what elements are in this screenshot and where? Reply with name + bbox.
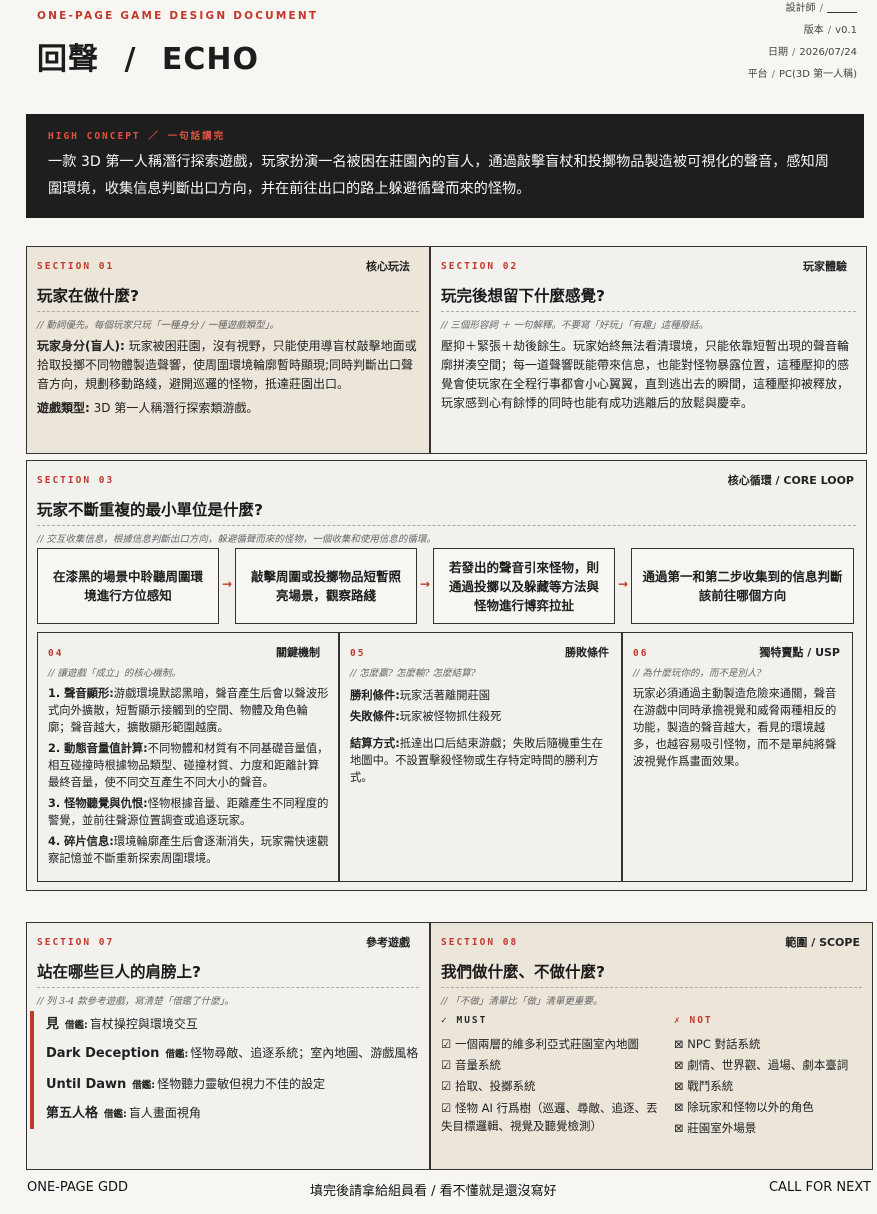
high-concept-text: 一款 3D 第一人稱潛行探索遊戲，玩家扮演一名被困在莊園內的盲人，通過敲擊盲杖和… [48,154,829,197]
section-03-tag: 核心循環 / CORE LOOP [727,474,854,487]
reference-row: 第五人格 借鑑: 盲人畫面視角 [46,1106,201,1121]
section-05-panel: 05 勝敗條件 // 怎麼贏? 怎麼輸? 怎麼結算? 勝利條件:玩家活著離開莊園… [339,632,622,882]
section-03-sub: // 交互收集信息，根據信息判斷出口方向，躲避循聲而來的怪物，一個收集和使用信息… [37,534,436,545]
mechanic-item: 1. 聲音顯形:游戲環境默認黑暗，聲音產生后會以聲波形式向外擴散，短暫顯示接觸到… [48,687,329,734]
section-07-tag: 參考遊戲 [366,936,410,949]
section-05-sub: // 怎麼贏? 怎麼輸? 怎麼結算? [350,668,476,679]
section-08-label: SECTION 08 [441,937,519,948]
section-01-label: SECTION 01 [37,261,115,272]
high-concept-label: HIGH CONCEPT ／ 一句話講完 [48,131,226,142]
must-list: ☑ 一個兩層的維多利亞式莊園室內地圖 ☑ 音量系統 ☑ 拾取、投擲系統 ☑ 怪物… [441,1034,666,1135]
not-item: ⊠ 戰鬥系統 [674,1079,734,1093]
section-02-tag: 玩家體驗 [803,260,847,273]
section-08-tag: 範圍 / SCOPE [785,936,860,949]
reference-accent-bar [30,1011,34,1129]
section-04-num: 04 [48,648,64,659]
meta-block: 設計師 / 版本 / v0.1 日期/2026/07/24 平台 / PC(3D 第一人稱… [748,0,857,86]
section-03-label: SECTION 03 [37,475,115,486]
must-heading: ✓ MUST [441,1015,488,1026]
section-06-panel: 06 獨特賣點 / USP // 為什麼玩你的，而不是別人? 玩家必須通過主動製… [622,632,853,882]
mechanics-list: 1. 聲音顯形:游戲環境默認黑暗，聲音產生后會以聲波形式向外擴散，短暫顯示接觸到… [48,685,330,871]
section-02-body: 壓抑＋緊張＋劫後餘生。玩家始終無法看清環境，只能依靠短暫出現的聲音輪廓拼湊空間；… [441,339,850,410]
loop-step-2: 敲擊周圍或投擲物品短暫照亮場景，觀察路綫 [235,548,417,624]
must-item: ☑ 拾取、投擲系統 [441,1079,536,1093]
not-list: ⊠ NPC 對話系統 ⊠ 劇情、世界觀、過場、劇本臺詞 ⊠ 戰鬥系統 ⊠ 除玩家… [674,1034,864,1139]
not-item: ⊠ NPC 對話系統 [674,1037,761,1051]
section-01-panel: SECTION 01 核心玩法 玩家在做什麼? // 動詞優先。每個玩家只玩「一… [26,246,430,454]
section-06-sub: // 為什麼玩你的，而不是別人? [633,668,762,679]
title-cn: 回聲 [37,42,99,77]
not-item: ⊠ 劇情、世界觀、過場、劇本臺詞 [674,1058,849,1072]
designer-blank[interactable] [827,4,857,13]
section-08-panel: SECTION 08 範圍 / SCOPE 我們做什麼、不做什麼? // 「不做… [430,922,873,1170]
section-04-tag: 關鍵機制 [276,646,320,659]
section-06-body: 玩家必須通過主動製造危險來通關，聲音在游戲中同時承擔視覺和威脅兩種相反的功能，製… [633,687,837,768]
page-title: 回聲 / ECHO [37,34,259,78]
must-item: ☑ 音量系統 [441,1058,501,1072]
high-concept-panel: HIGH CONCEPT ／ 一句話講完 一款 3D 第一人稱潛行探索遊戲，玩家… [26,114,864,218]
section-03-title: 玩家不斷重複的最小單位是什麼? [37,501,263,519]
check-icon: ✓ [441,1015,449,1026]
meta-date: 日期/2026/07/24 [767,47,857,58]
meta-version: 版本 / v0.1 [803,25,857,36]
loop-step-3: 若發出的聲音引來怪物，則通過投擲以及躲藏等方法與怪物進行博弈拉扯 [433,548,615,624]
footer-center: 填完後請拿給組員看 / 看不懂就是還沒寫好 [310,1184,557,1199]
section-02-sub: // 三個形容詞 ＋ 一句解釋。不要寫「好玩」「有趣」這種廢話。 [441,320,709,331]
section-02-panel: SECTION 02 玩家體驗 玩完後想留下什麼感覺? // 三個形容詞 ＋ 一… [430,246,867,454]
must-item: ☑ 怪物 AI 行爲樹（巡邏、尋敵、追逐、丟失目標邏輯、視覺及聽覺檢測） [441,1101,658,1133]
section-04-panel: 04 關鍵機制 // 讓遊戲「成立」的核心機制。 1. 聲音顯形:游戲環境默認黑… [37,632,339,882]
loop-arrow-1: → [222,577,233,591]
not-item: ⊠ 除玩家和怪物以外的角色 [674,1100,814,1114]
footer-right[interactable]: CALL FOR NEXT [769,1180,871,1195]
section-07-sub: // 列 3-4 款參考遊戲，寫清楚「借鑑了什麼」。 [37,996,235,1007]
cross-icon: ✗ [674,1015,682,1026]
not-heading: ✗ NOT [674,1015,713,1026]
win-condition: 勝利條件:玩家活著離開莊園 [350,689,491,702]
section-05-num: 05 [350,648,366,659]
doc-label: ONE-PAGE GAME DESIGN DOCUMENT [37,10,319,22]
loop-arrow-2: → [420,577,431,591]
section-07-label: SECTION 07 [37,937,115,948]
section-05-tag: 勝敗條件 [565,646,609,659]
title-sep: / [124,42,137,77]
section-01-tag: 核心玩法 [366,260,410,273]
meta-platform: 平台 / PC(3D 第一人稱) [747,69,857,80]
section-07-title: 站在哪些巨人的肩膀上? [37,963,201,981]
section-02-label: SECTION 02 [441,261,519,272]
reference-row: Dark Deception 借鑑: 怪物尋敵、追逐系統；室內地圖、游戲風格 [46,1046,419,1061]
section-01-sub: // 動詞優先。每個玩家只玩「一種身分 / 一種遊戲類型」。 [37,320,279,331]
section-05-body: 勝利條件:玩家活著離開莊園 失敗條件:玩家被怪物抓住殺死 結算方式:抵達出口后結… [350,687,612,786]
reference-row: Until Dawn 借鑑: 怪物聽力靈敏但視力不佳的設定 [46,1077,326,1092]
mechanic-item: 2. 動態音量值計算:不同物體和材質有不同基礎音量值，相互碰撞時根據物品類型、碰… [48,742,329,789]
section-02-title: 玩完後想留下什麼感覺? [441,287,605,305]
loop-arrow-3: → [618,577,629,591]
section-04-sub: // 讓遊戲「成立」的核心機制。 [48,668,181,679]
not-item: ⊠ 莊園室外場景 [674,1121,757,1135]
section-06-tag: 獨特賣點 / USP [759,646,840,659]
reference-row: 見借鑑: 盲杖操控與環境交互 [46,1017,198,1032]
section-08-title: 我們做什麼、不做什麼? [441,963,605,981]
section-01-title: 玩家在做什麼? [37,287,139,305]
result-method: 結算方式:抵達出口后結束游戲；失敗后隨機重生在地圖中。不設置擊殺怪物或生存特定時… [350,737,604,784]
loop-step-1: 在漆黑的場景中聆聽周圍環境進行方位感知 [37,548,219,624]
loop-step-4: 通過第一和第二步收集到的信息判斷該前往哪個方向 [631,548,854,624]
section-06-num: 06 [633,648,649,659]
must-item: ☑ 一個兩層的維多利亞式莊園室內地圖 [441,1037,639,1051]
section-01-body: 玩家身分(盲人): 玩家被困莊園，沒有視野，只能使用導盲杖敲擊地面或拾取投擲不同… [37,339,417,415]
mechanic-item: 4. 碎片信息:環境輪廓產生后會逐漸消失，玩家需快速觀察記憶並不斷重新探索周圍環… [48,835,329,865]
mechanic-item: 3. 怪物聽覺與仇恨:怪物根據音量、距離產生不同程度的警覺，並前往聲源位置調查或… [48,797,329,827]
meta-designer: 設計師 / [748,0,857,20]
section-08-sub: // 「不做」清單比「做」清單更重要。 [441,996,603,1007]
footer-left: ONE-PAGE GDD [27,1180,129,1195]
title-en: ECHO [161,42,259,77]
lose-condition: 失敗條件:玩家被怪物抓住殺死 [350,710,502,723]
